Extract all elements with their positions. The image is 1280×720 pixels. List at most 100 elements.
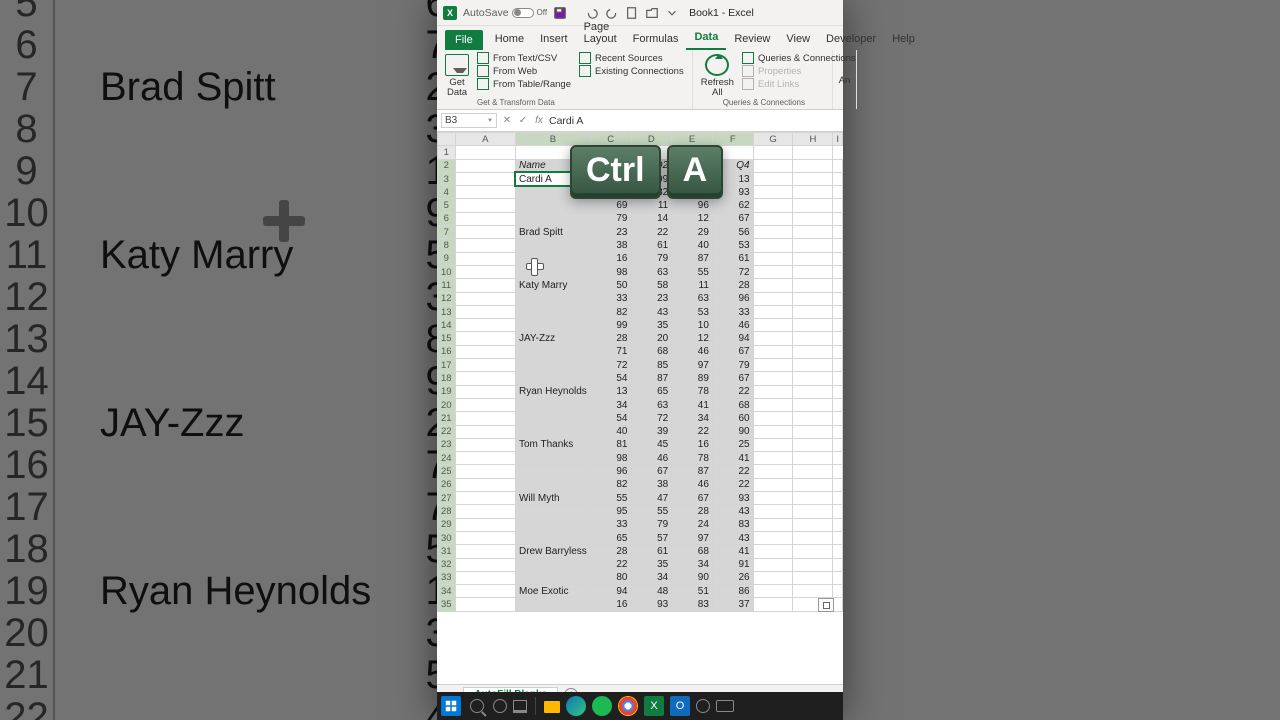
ribbon-tab-formulas[interactable]: Formulas	[625, 29, 687, 50]
cell[interactable]	[793, 279, 833, 292]
start-button[interactable]	[441, 696, 461, 716]
name-cell[interactable]: Brad Spitt	[515, 226, 590, 239]
row-header[interactable]: 11	[438, 279, 456, 292]
spreadsheet-grid[interactable]: ABCDEFGHI12NameQ1Q2Q3Q43Cardi A899951134…	[437, 132, 843, 612]
value-cell[interactable]: 28	[712, 279, 753, 292]
from-web-button[interactable]: From Web	[475, 65, 539, 77]
cell[interactable]	[793, 199, 833, 212]
cancel-icon[interactable]: ✕	[501, 115, 513, 126]
value-cell[interactable]: 68	[712, 398, 753, 411]
value-cell[interactable]: 87	[672, 465, 713, 478]
value-cell[interactable]: 34	[590, 398, 631, 411]
value-cell[interactable]: 14	[631, 212, 672, 225]
cell[interactable]	[455, 571, 515, 584]
edge-icon[interactable]	[566, 696, 586, 716]
cell[interactable]	[793, 585, 833, 598]
cell[interactable]	[833, 226, 843, 239]
value-cell[interactable]: 24	[672, 518, 713, 531]
value-cell[interactable]: 61	[631, 545, 672, 558]
row-header[interactable]: 28	[438, 505, 456, 518]
value-cell[interactable]: 46	[672, 478, 713, 491]
ribbon-tab-data[interactable]: Data	[686, 27, 726, 50]
value-cell[interactable]: 97	[672, 531, 713, 544]
value-cell[interactable]: 22	[712, 465, 753, 478]
cell[interactable]	[753, 438, 793, 451]
value-cell[interactable]: 22	[672, 425, 713, 438]
cell[interactable]	[753, 518, 793, 531]
chevron-down-icon[interactable]: ▼	[487, 118, 493, 124]
cell[interactable]	[793, 212, 833, 225]
value-cell[interactable]: 11	[672, 279, 713, 292]
name-cell[interactable]	[515, 478, 590, 491]
value-cell[interactable]: 26	[712, 571, 753, 584]
name-cell[interactable]	[515, 292, 590, 305]
value-cell[interactable]: 23	[631, 292, 672, 305]
cell[interactable]	[753, 332, 793, 345]
value-cell[interactable]: 60	[712, 412, 753, 425]
ribbon-tab-review[interactable]: Review	[726, 29, 778, 50]
value-cell[interactable]: 22	[590, 558, 631, 571]
cell[interactable]	[793, 305, 833, 318]
cell[interactable]	[753, 359, 793, 372]
value-cell[interactable]: 37	[712, 598, 753, 611]
cell[interactable]	[833, 492, 843, 505]
cell[interactable]	[833, 199, 843, 212]
row-header[interactable]: 15	[438, 332, 456, 345]
cell[interactable]	[753, 385, 793, 398]
value-cell[interactable]: 71	[590, 345, 631, 358]
value-cell[interactable]: 50	[590, 279, 631, 292]
value-cell[interactable]: 67	[672, 492, 713, 505]
sheet-area[interactable]: ABCDEFGHI12NameQ1Q2Q3Q43Cardi A899951134…	[437, 132, 843, 684]
value-cell[interactable]: 79	[631, 252, 672, 265]
value-cell[interactable]: 78	[672, 452, 713, 465]
name-cell[interactable]	[515, 425, 590, 438]
new-file-icon[interactable]	[625, 6, 639, 20]
value-cell[interactable]: 53	[672, 305, 713, 318]
cell[interactable]	[793, 492, 833, 505]
cell[interactable]	[833, 452, 843, 465]
row-header[interactable]: 4	[438, 186, 456, 199]
cell[interactable]	[793, 186, 833, 199]
cell[interactable]	[833, 412, 843, 425]
cell[interactable]	[753, 452, 793, 465]
value-cell[interactable]: 72	[590, 359, 631, 372]
cell[interactable]	[833, 558, 843, 571]
cell[interactable]	[793, 452, 833, 465]
value-cell[interactable]: 82	[590, 478, 631, 491]
cell[interactable]	[753, 492, 793, 505]
file-explorer-icon[interactable]	[544, 701, 560, 713]
value-cell[interactable]: 67	[712, 212, 753, 225]
col-header-H[interactable]: H	[793, 133, 833, 146]
row-header[interactable]: 17	[438, 359, 456, 372]
cell[interactable]	[455, 319, 515, 332]
cell[interactable]	[753, 505, 793, 518]
cell[interactable]	[793, 239, 833, 252]
ribbon-tab-help[interactable]: Help	[884, 29, 923, 50]
cell[interactable]	[455, 505, 515, 518]
value-cell[interactable]: 83	[672, 598, 713, 611]
name-cell[interactable]	[515, 531, 590, 544]
cell[interactable]	[455, 531, 515, 544]
value-cell[interactable]: 55	[631, 505, 672, 518]
ribbon-tab-insert[interactable]: Insert	[532, 29, 576, 50]
save-icon[interactable]	[553, 6, 567, 20]
name-cell[interactable]	[515, 412, 590, 425]
row-header[interactable]: 18	[438, 372, 456, 385]
fx-icon[interactable]: fx	[533, 115, 545, 126]
chrome-icon[interactable]	[618, 696, 638, 716]
value-cell[interactable]: 38	[590, 239, 631, 252]
cell[interactable]	[793, 531, 833, 544]
value-cell[interactable]: 38	[631, 478, 672, 491]
value-cell[interactable]: 43	[631, 305, 672, 318]
cell[interactable]	[753, 425, 793, 438]
cell[interactable]	[833, 398, 843, 411]
cell[interactable]	[753, 372, 793, 385]
name-cell[interactable]	[515, 359, 590, 372]
cell[interactable]	[793, 545, 833, 558]
value-cell[interactable]: 69	[590, 199, 631, 212]
cell[interactable]	[833, 345, 843, 358]
value-cell[interactable]: 34	[672, 412, 713, 425]
value-cell[interactable]: 80	[590, 571, 631, 584]
cell[interactable]	[753, 146, 793, 159]
cell[interactable]	[455, 159, 515, 172]
